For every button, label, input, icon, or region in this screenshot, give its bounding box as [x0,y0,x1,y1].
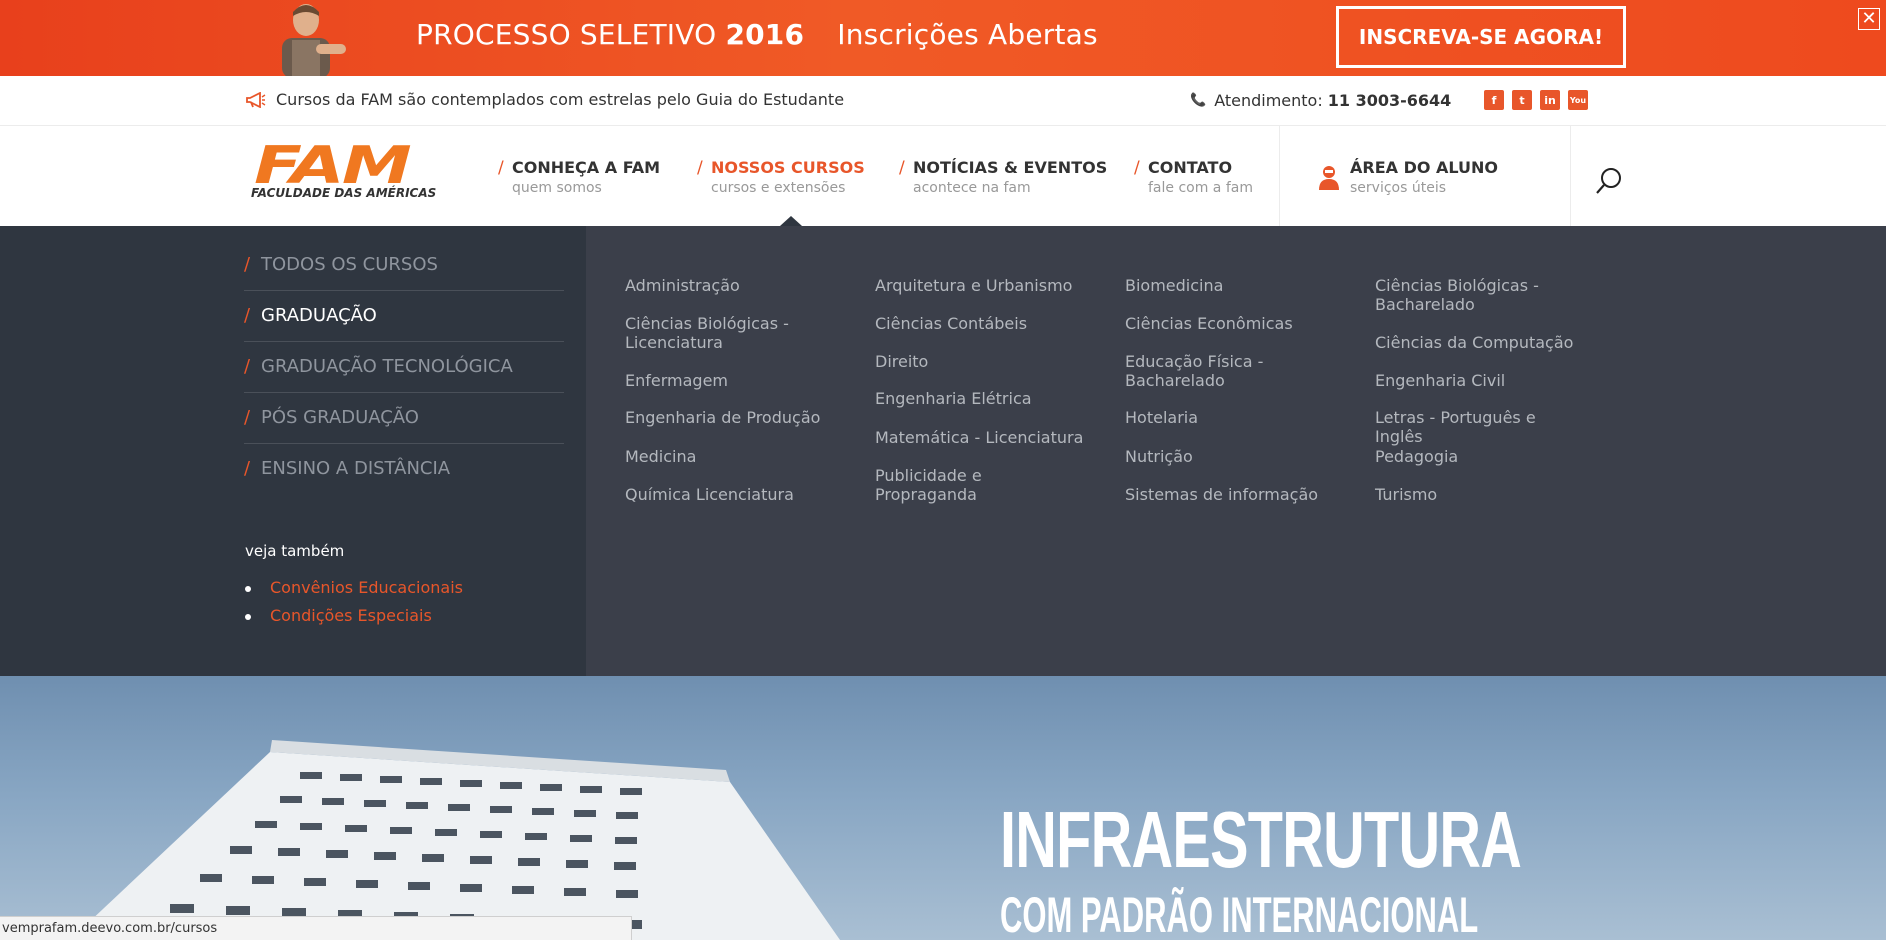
course-link[interactable]: Ciências Econômicas [1125,314,1335,333]
facebook-icon[interactable]: f [1484,90,1504,110]
course-link[interactable]: Química Licenciatura [625,485,835,504]
news-text: Cursos da FAM são contemplados com estre… [276,90,845,109]
phone-contact: 📞 Atendimento: 11 3003-6644 [1190,91,1451,110]
promo-headline: PROCESSO SELETIVO 2016 Inscrições Aberta… [416,18,1098,51]
category-label: GRADUAÇÃO [261,305,377,326]
search-icon[interactable] [1594,166,1624,196]
nav-divider [1570,126,1571,226]
phone-number: 11 3003-6644 [1327,91,1452,110]
course-link[interactable]: Ciências Biológicas - Licenciatura [625,314,835,352]
phone-label: Atendimento: [1214,91,1323,110]
course-link[interactable]: Nutrição [1125,447,1335,466]
course-link[interactable]: Medicina [625,447,835,466]
nav-title: CONHEÇA A FAM [512,158,661,177]
see-also-link[interactable]: Condições Especiais [245,606,463,634]
category-todos-os-cursos[interactable]: / TODOS OS CURSOS [244,240,564,291]
nav-slash: / [1134,158,1140,178]
category-slash: / [244,458,251,479]
youtube-icon[interactable]: You [1568,90,1588,110]
course-link[interactable]: Sistemas de informação [1125,485,1335,504]
course-link[interactable]: Ciências da Computação [1375,333,1585,352]
category-slash: / [244,407,251,428]
course-link[interactable]: Turismo [1375,485,1585,504]
nav-slash: / [498,158,504,178]
see-also-link[interactable]: Convênios Educacionais [245,578,463,606]
building-image [70,740,840,940]
course-link[interactable]: Direito [875,352,1085,371]
logo-tagline: FACULDADE DAS AMÉRICAS [251,186,437,200]
course-link[interactable]: Engenharia Civil [1375,371,1585,390]
hero-banner[interactable]: INFRAESTRUTURA COM PADRÃO INTERNACIONAL [0,676,1886,940]
category-slash: / [244,356,251,377]
category-label: TODOS OS CURSOS [261,254,438,275]
course-link[interactable]: Publicidade e Propraganda [875,466,1085,504]
nav-slash: / [899,158,905,178]
nav-slash: / [697,158,703,178]
megaphone-icon [246,91,266,108]
promo-person-image [282,4,346,76]
info-bar: Cursos da FAM são contemplados com estre… [0,76,1886,126]
twitter-icon[interactable]: t [1512,90,1532,110]
main-navigation: FAM FACULDADE DAS AMÉRICAS / CONHEÇA A F… [0,126,1886,226]
course-link[interactable]: Educação Física - Bacharelado [1125,352,1335,390]
promo-title: PROCESSO SELETIVO [416,18,717,51]
see-also-title: veja também [245,542,345,560]
category-slash: / [244,254,251,275]
nav-subtitle: fale com a fam [1148,180,1253,196]
course-categories-panel: / TODOS OS CURSOS / GRADUAÇÃO / GRADUAÇÃ… [0,226,586,676]
student-icon [1319,166,1339,190]
nav-title: CONTATO [1148,158,1233,177]
hero-subtitle: COM PADRÃO INTERNACIONAL [1000,887,1479,940]
course-link[interactable]: Arquitetura e Urbanismo [875,276,1085,295]
nav-subtitle: quem somos [512,180,602,196]
hero-title: INFRAESTRUTURA [1000,795,1522,884]
news-ticker[interactable]: Cursos da FAM são contemplados com estre… [246,90,844,109]
course-link[interactable]: Ciências Biológicas - Bacharelado [1375,276,1585,314]
nav-title: NOTÍCIAS & EVENTOS [913,158,1108,177]
nav-subtitle: cursos e extensões [711,180,846,196]
category-label: GRADUAÇÃO TECNOLÓGICA [261,356,513,377]
category-graduacao[interactable]: / GRADUAÇÃO [244,291,564,342]
category-graduacao-tecnologica[interactable]: / GRADUAÇÃO TECNOLÓGICA [244,342,564,393]
enroll-now-button[interactable]: INSCREVA-SE AGORA! [1336,6,1626,68]
category-pos-graduacao[interactable]: / PÓS GRADUAÇÃO [244,393,564,444]
course-link[interactable]: Administração [625,276,835,295]
course-link[interactable]: Matemática - Licenciatura [875,428,1085,447]
active-menu-caret [780,216,802,226]
course-link[interactable]: Ciências Contábeis [875,314,1085,333]
course-link[interactable]: Engenharia Elétrica [875,389,1085,408]
course-link[interactable]: Engenharia de Produção [625,408,835,427]
social-links: f t in You [1484,90,1588,110]
phone-icon: 📞 [1190,93,1207,108]
courses-mega-menu: / TODOS OS CURSOS / GRADUAÇÃO / GRADUAÇÃ… [0,226,1886,676]
promo-subtitle: Inscrições Abertas [837,18,1098,51]
category-ensino-a-distancia[interactable]: / ENSINO A DISTÂNCIA [244,444,564,495]
promo-banner[interactable]: PROCESSO SELETIVO 2016 Inscrições Aberta… [0,0,1886,76]
see-also-list: Convênios Educacionais Condições Especia… [245,578,463,634]
browser-status-bar: vemprafam.deevo.com.br/cursos [0,916,632,940]
close-icon[interactable]: ✕ [1858,8,1880,30]
course-link[interactable]: Letras - Português e Inglês [1375,408,1585,446]
course-link[interactable]: Pedagogia [1375,447,1585,466]
nav-divider [1279,126,1280,226]
nav-subtitle: serviços úteis [1350,180,1447,196]
linkedin-icon[interactable]: in [1540,90,1560,110]
category-slash: / [244,305,251,326]
nav-title: NOSSOS CURSOS [711,158,865,177]
category-label: PÓS GRADUAÇÃO [261,407,419,428]
fam-logo[interactable]: FAM FACULDADE DAS AMÉRICAS [248,136,460,204]
course-link[interactable]: Enfermagem [625,371,835,390]
category-label: ENSINO A DISTÂNCIA [261,458,451,479]
nav-title: ÁREA DO ALUNO [1350,158,1499,177]
course-link[interactable]: Hotelaria [1125,408,1335,427]
nav-subtitle: acontece na fam [913,180,1031,196]
promo-year: 2016 [725,18,805,51]
course-link[interactable]: Biomedicina [1125,276,1335,295]
